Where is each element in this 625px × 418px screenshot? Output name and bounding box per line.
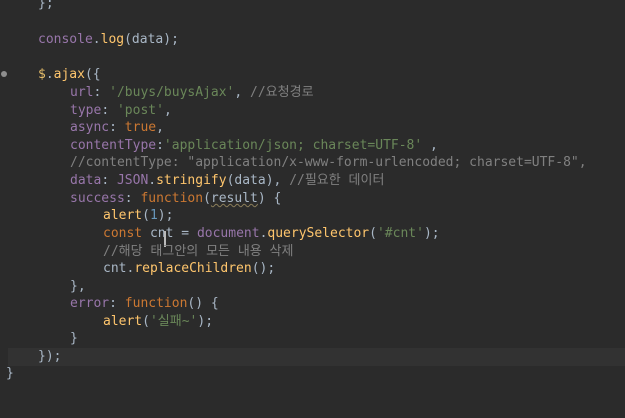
code-line-13: //해당 태그안의 모든 내용 삭제: [0, 243, 625, 261]
code-token: :: [101, 103, 117, 118]
code-token: alert: [103, 314, 143, 329]
code-token: JSON: [116, 173, 149, 188]
code-line-6: async: true,: [0, 119, 625, 137]
code-token: ({: [84, 67, 101, 82]
code-token: function: [140, 191, 204, 206]
code-token: (: [142, 314, 150, 329]
code-token: :: [109, 120, 125, 135]
code-token: 1: [149, 208, 158, 223]
code-line-15: },: [0, 278, 625, 296]
code-token: ajax: [53, 67, 85, 82]
code-line-5: type: 'post',: [0, 102, 625, 120]
code-token: async: [70, 120, 110, 135]
code-token: console: [38, 32, 93, 47]
code-token: '/buys/buysAjax': [109, 85, 235, 100]
code-token: );: [423, 226, 440, 241]
code-token: }: [6, 366, 14, 381]
code-token: const: [103, 226, 143, 241]
code-token: );: [157, 208, 174, 223]
code-line-19: });: [0, 348, 625, 366]
code-token: 'post': [116, 103, 164, 118]
code-token: success: [70, 191, 125, 206]
code-line-20: }: [0, 365, 625, 383]
code-token: );: [197, 314, 214, 329]
code-token: ();: [251, 261, 276, 276]
code-token: =: [181, 226, 197, 241]
code-line-9: data: JSON.stringify(data), //필요한 데이터: [0, 172, 625, 190]
code-token: },: [70, 279, 86, 294]
code-token: :: [109, 296, 125, 311]
code-token: :: [124, 191, 141, 206]
code-line-10: success: function(result) {: [0, 190, 625, 208]
code-token: :: [156, 138, 164, 153]
code-line-12: const cnt = document.querySelector('#cnt…: [0, 225, 625, 243]
code-token: //해당 태그안의 모든 내용 삭제: [103, 244, 294, 259]
code-token: };: [38, 0, 54, 11]
code-token: ) {: [257, 191, 282, 206]
code-token: log: [100, 32, 125, 47]
code-token: contentType: [70, 138, 157, 153]
code-token: () {: [187, 296, 219, 311]
code-token: (data);: [124, 32, 179, 47]
code-token: //필요한 데이터: [289, 173, 385, 188]
code-token: cnt: [103, 261, 127, 276]
code-token: (: [203, 191, 211, 206]
code-line-11: alert(1);: [0, 207, 625, 225]
code-token: result: [210, 191, 258, 206]
code-line-17: alert('실패~');: [0, 313, 625, 331]
code-token: .: [148, 173, 157, 188]
code-line-2: console.log(data);: [0, 31, 625, 49]
code-token: true: [124, 120, 157, 135]
code-token: ,: [163, 103, 172, 118]
code-line-8: //contentType: "application/x-www-form-u…: [0, 154, 625, 172]
code-token: ,: [422, 138, 438, 153]
code-line-1: };: [0, 0, 625, 13]
code-token: //contentType: "application/x-www-form-u…: [70, 155, 587, 170]
code-token: url: [70, 85, 94, 100]
code-line-7: contentType:'application/json; charset=U…: [0, 137, 625, 155]
code-line-18: }: [0, 330, 625, 348]
code-token: $: [38, 67, 46, 82]
code-token: '실패~': [149, 314, 198, 329]
code-token: }: [70, 331, 78, 346]
code-token: querySelector: [267, 226, 370, 241]
code-line-14: cnt.replaceChildren();: [0, 260, 625, 278]
code-token: replaceChildren: [134, 261, 252, 276]
code-token: function: [124, 296, 188, 311]
code-token: :: [101, 173, 117, 188]
code-token: });: [38, 349, 62, 364]
code-token: stringify: [156, 173, 227, 188]
code-token: 'application/json; charset=UTF-8': [163, 138, 423, 153]
code-line-4: url: '/buys/buysAjax', //요청경로: [0, 84, 625, 102]
code-line-3: $.ajax({: [0, 66, 625, 84]
code-token: alert: [103, 208, 143, 223]
code-token: document: [196, 226, 260, 241]
code-line-16: error: function() {: [0, 295, 625, 313]
code-token: (: [369, 226, 377, 241]
code-token: '#cnt': [376, 226, 424, 241]
code-editor[interactable]: }; console.log(data); $.ajax({ url: '/bu…: [0, 0, 625, 408]
code-token: //요청경로: [250, 85, 314, 100]
code-token: .: [45, 67, 54, 82]
code-token: :: [93, 85, 110, 100]
code-token: type: [70, 103, 102, 118]
code-token: ,: [156, 120, 164, 135]
code-token: data: [70, 173, 102, 188]
code-token: ,: [234, 85, 251, 100]
code-token: cnt: [142, 226, 182, 241]
code-token: error: [70, 296, 110, 311]
code-token: (data),: [226, 173, 290, 188]
code-token: (: [142, 208, 150, 223]
code-token: .: [92, 32, 101, 47]
